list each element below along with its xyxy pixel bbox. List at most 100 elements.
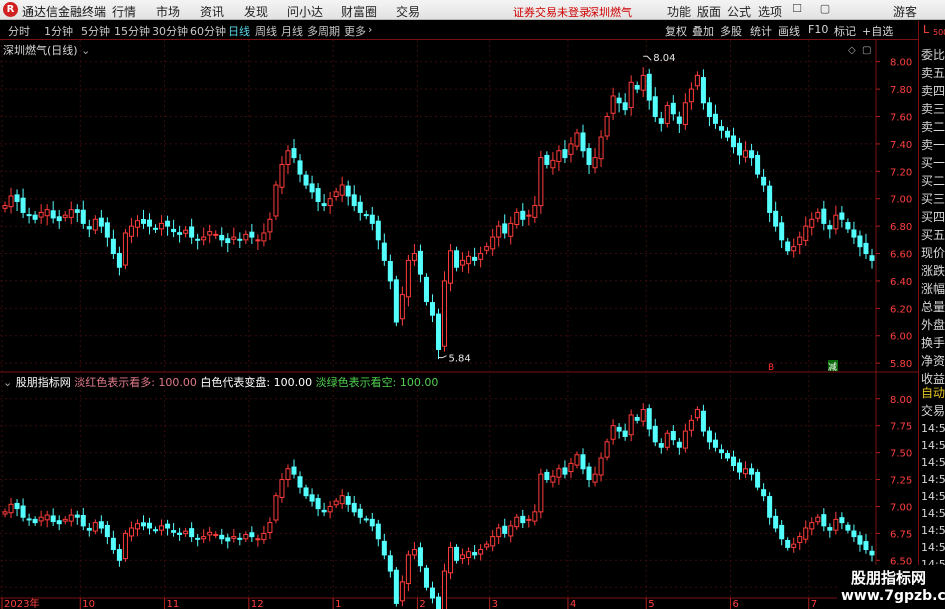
btn-fuquan[interactable]: 复权 xyxy=(665,23,687,39)
menu-gongneng[interactable]: 功能 xyxy=(667,3,691,20)
period-multi[interactable]: 多周期 xyxy=(307,23,340,39)
main-candle xyxy=(628,81,634,108)
sub-candle xyxy=(442,570,448,609)
period-weekly[interactable]: 周线 xyxy=(255,23,277,39)
user-label[interactable]: 游客 xyxy=(893,3,917,20)
main-candle xyxy=(490,236,496,250)
menu-gongshi[interactable]: 公式 xyxy=(727,3,751,20)
sub-candle xyxy=(496,527,502,538)
btn-duogu[interactable]: 多股 xyxy=(720,23,742,39)
period-timeshare[interactable]: 分时 xyxy=(8,23,30,39)
side-auto-label[interactable]: 自动 xyxy=(921,384,945,401)
sub-candle xyxy=(201,536,207,540)
menu-zixun[interactable]: 资讯 xyxy=(200,3,224,20)
side-item: 净资 xyxy=(921,354,945,368)
main-candle xyxy=(731,135,737,148)
btn-biaoji[interactable]: 标记 xyxy=(834,23,856,39)
side-time: 14:56 xyxy=(921,524,945,537)
sub-candle xyxy=(616,426,622,432)
main-candle xyxy=(466,255,472,265)
sub-candle xyxy=(32,518,38,524)
period-5min[interactable]: 5分钟 xyxy=(81,23,110,39)
period-15min[interactable]: 15分钟 xyxy=(114,23,150,39)
main-candle xyxy=(26,214,32,217)
main-candle xyxy=(62,214,68,218)
btn-huaxian[interactable]: 画线 xyxy=(778,23,800,39)
main-candle xyxy=(797,236,803,245)
chevron-down-icon[interactable]: ⌄ xyxy=(81,44,90,57)
sub-candle xyxy=(116,549,122,561)
sub-chart-chevron-icon[interactable]: ⌄ xyxy=(3,376,12,389)
sub-candle xyxy=(393,569,399,604)
menu-caifuquan[interactable]: 财富圈 xyxy=(341,3,377,20)
menu-hangqing[interactable]: 行情 xyxy=(112,3,136,20)
side-item: 买四 xyxy=(921,210,945,224)
side-trade-label[interactable]: 交易 xyxy=(921,402,945,419)
sub-candle xyxy=(658,443,664,448)
menu-wenxiaoda[interactable]: 问小达 xyxy=(287,3,323,20)
quote-side-panel: 委比 卖五 卖四 卖三 卖二 卖一 买一 买二 买三 买四 买五 现价 涨跌 涨幅 总量 外盘 换手 净资 收益 自动… xyxy=(918,40,945,609)
message-icon[interactable]: ☐ xyxy=(790,2,804,16)
main-candle xyxy=(682,102,688,125)
main-candle xyxy=(568,143,574,155)
main-candle xyxy=(153,227,159,230)
btn-diejia[interactable]: 叠加 xyxy=(692,23,714,39)
main-candle xyxy=(472,256,478,261)
login-status[interactable]: 证券交易未登录 xyxy=(513,4,590,20)
main-candle xyxy=(502,223,508,234)
menu-faxian[interactable]: 发现 xyxy=(244,3,268,20)
menu-shichang[interactable]: 市场 xyxy=(156,3,180,20)
menu-jiaoyi[interactable]: 交易 xyxy=(396,3,420,20)
sub-tick-label: 7.00 xyxy=(890,502,912,513)
sub-candle xyxy=(676,441,682,448)
period-monthly[interactable]: 月线 xyxy=(281,23,303,39)
sub-candle xyxy=(243,533,249,540)
price-tick-label: 7.60 xyxy=(890,113,912,124)
main-candle xyxy=(743,150,749,158)
main-candle xyxy=(718,126,724,131)
main-candle xyxy=(50,210,56,219)
main-candle xyxy=(321,203,327,207)
period-1min[interactable]: 1分钟 xyxy=(44,23,73,39)
btn-add-favorite[interactable]: +自选 xyxy=(862,23,893,39)
main-chart-title-text: 深圳燃气(日线) xyxy=(3,44,78,57)
period-more[interactable]: 更多 xyxy=(344,23,366,39)
main-candle xyxy=(285,150,291,165)
main-candle xyxy=(767,185,773,213)
sub-candle xyxy=(285,468,291,481)
sub-candle xyxy=(387,555,393,572)
side-item: 卖二 xyxy=(921,120,945,134)
btn-f10[interactable]: F10 xyxy=(808,23,828,36)
period-30min[interactable]: 30分钟 xyxy=(152,23,188,39)
x-tick-label: 1 xyxy=(335,599,341,609)
btn-tongji[interactable]: 统计 xyxy=(750,23,772,39)
diamond-icon: ◇ xyxy=(848,45,856,56)
main-candle xyxy=(351,194,357,207)
price-tick-label: 7.20 xyxy=(890,167,912,178)
sub-candle xyxy=(219,534,225,540)
chart-canvas[interactable]: 8.00 7.80 7.60 7.40 7.20 7.00 6.80 6.60 6.40 6.20… xyxy=(0,40,918,609)
side-time: 14:56 xyxy=(921,490,945,503)
sub-candle xyxy=(718,449,724,454)
main-candle xyxy=(201,236,207,241)
menu-xuanxiang[interactable]: 选项 xyxy=(758,3,782,20)
sub-candle xyxy=(520,515,526,524)
title-bar: R 通达信金融终端 行情 市场 资讯 发现 问小达 财富圈 交易 证券交易未登录… xyxy=(0,0,945,20)
sub-candle xyxy=(435,596,442,609)
stock-name-header: 深圳燃气 xyxy=(588,6,632,19)
period-60min[interactable]: 60分钟 xyxy=(190,23,226,39)
sell-marker: 减 xyxy=(828,361,837,373)
price-tick-label: 7.80 xyxy=(890,85,912,96)
side-item: 外盘 xyxy=(921,318,945,332)
chevron-right-icon[interactable]: › xyxy=(368,23,372,36)
main-candle xyxy=(646,73,652,101)
buy-marker: B xyxy=(768,363,774,373)
period-daily[interactable]: 日线 xyxy=(228,23,250,39)
sub-candle xyxy=(321,509,327,513)
main-candle xyxy=(496,225,502,238)
main-candle xyxy=(442,280,448,347)
sub-candle xyxy=(309,494,315,502)
chat-icon[interactable]: ▢ xyxy=(818,2,832,16)
menu-banmian[interactable]: 版面 xyxy=(697,3,721,20)
sub-candle xyxy=(634,417,640,421)
